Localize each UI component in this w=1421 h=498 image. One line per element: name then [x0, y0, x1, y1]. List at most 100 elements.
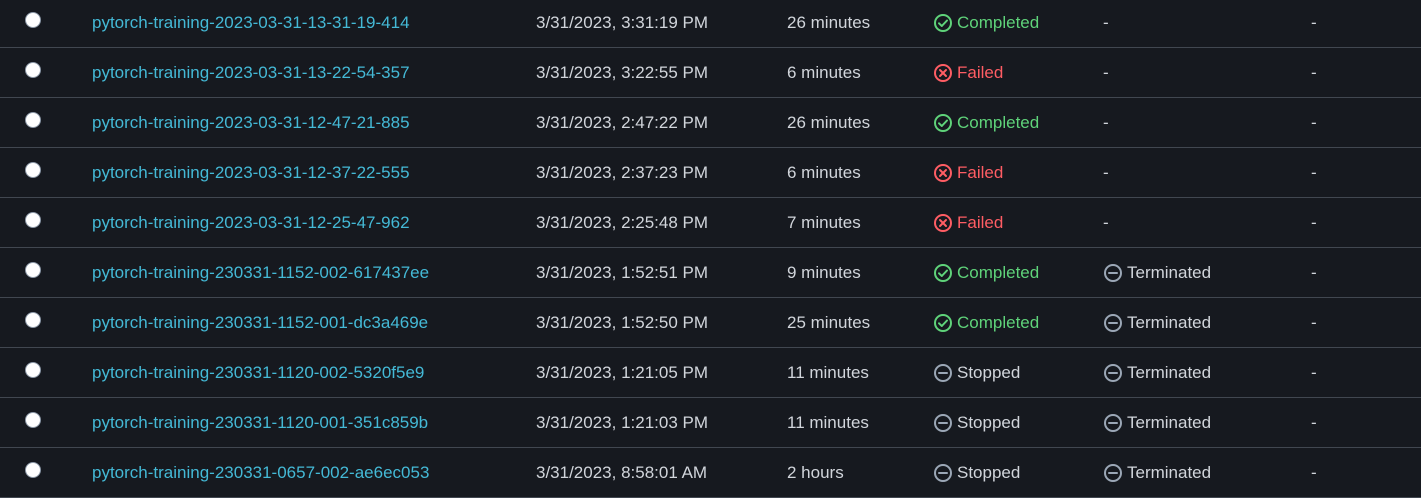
job-name-link[interactable]: pytorch-training-2023-03-31-13-22-54-357 [92, 49, 410, 97]
job-name-link[interactable]: pytorch-training-2023-03-31-13-31-19-414 [92, 0, 410, 47]
warm-pool-status: - [1103, 113, 1109, 132]
terminated-circle-icon [1103, 363, 1123, 383]
creation-time: 3/31/2023, 2:47:22 PM [536, 113, 709, 132]
row-select-radio[interactable] [25, 12, 41, 28]
table-row[interactable]: pytorch-training-230331-1152-001-dc3a469… [0, 299, 1421, 348]
job-name-link[interactable]: pytorch-training-230331-0657-002-ae6ec05… [92, 449, 429, 497]
table-row[interactable]: pytorch-training-2023-03-31-13-31-19-414… [0, 0, 1421, 48]
table-row[interactable]: pytorch-training-2023-03-31-12-47-21-885… [0, 99, 1421, 148]
error-circle-icon [933, 163, 953, 183]
stopped-circle-icon [933, 363, 953, 383]
terminated-circle-icon [1103, 313, 1123, 333]
warm-pool-status: Terminated [1103, 449, 1211, 497]
creation-time: 3/31/2023, 1:52:51 PM [536, 263, 709, 282]
job-name-link[interactable]: pytorch-training-230331-1152-002-617437e… [92, 249, 429, 297]
job-status-label: Stopped [957, 463, 1021, 482]
table-row[interactable]: pytorch-training-2023-03-31-12-25-47-962… [0, 199, 1421, 248]
row-select-radio[interactable] [25, 412, 41, 428]
job-status: Failed [933, 149, 1003, 197]
warm-pool-status-label: Terminated [1127, 463, 1212, 482]
warm-pool-status: Terminated [1103, 249, 1211, 297]
job-name-link[interactable]: pytorch-training-2023-03-31-12-47-21-885 [92, 99, 410, 147]
warm-pool-status-label: Terminated [1127, 363, 1212, 382]
check-circle-icon [933, 13, 953, 33]
creation-time: 3/31/2023, 1:21:05 PM [536, 363, 709, 382]
last-column-value: - [1311, 163, 1317, 182]
warm-pool-status: Terminated [1103, 349, 1211, 397]
creation-time: 3/31/2023, 1:21:03 PM [536, 413, 709, 432]
row-select-radio[interactable] [25, 162, 41, 178]
job-status: Completed [933, 99, 1039, 147]
last-column-value: - [1311, 63, 1317, 82]
terminated-circle-icon [1103, 413, 1123, 433]
warm-pool-status-label: Terminated [1127, 313, 1212, 332]
check-circle-icon [933, 263, 953, 283]
table-row[interactable]: pytorch-training-230331-1120-002-5320f5e… [0, 349, 1421, 398]
stopped-circle-icon [933, 463, 953, 483]
duration: 6 minutes [787, 63, 861, 82]
last-column-value: - [1311, 113, 1317, 132]
job-status: Stopped [933, 349, 1020, 397]
check-circle-icon [933, 313, 953, 333]
table-row[interactable]: pytorch-training-230331-1152-002-617437e… [0, 249, 1421, 298]
job-status-label: Stopped [957, 413, 1021, 432]
row-select-radio[interactable] [25, 312, 41, 328]
warm-pool-status: Terminated [1103, 299, 1211, 347]
creation-time: 3/31/2023, 1:52:50 PM [536, 313, 709, 332]
warm-pool-status: - [1103, 13, 1109, 32]
job-status: Completed [933, 299, 1039, 347]
duration: 6 minutes [787, 163, 861, 182]
duration: 26 minutes [787, 13, 871, 32]
job-status-label: Failed [957, 63, 1004, 82]
last-column-value: - [1311, 13, 1317, 32]
job-name-link[interactable]: pytorch-training-230331-1152-001-dc3a469… [92, 299, 428, 347]
creation-time: 3/31/2023, 3:22:55 PM [536, 63, 709, 82]
duration: 9 minutes [787, 263, 861, 282]
job-status-label: Completed [957, 263, 1040, 282]
last-column-value: - [1311, 213, 1317, 232]
training-jobs-table: pytorch-training-2023-03-31-13-31-19-414… [0, 0, 1421, 498]
last-column-value: - [1311, 263, 1317, 282]
row-select-radio[interactable] [25, 462, 41, 478]
stopped-circle-icon [933, 413, 953, 433]
row-select-radio[interactable] [25, 262, 41, 278]
check-circle-icon [933, 113, 953, 133]
terminated-circle-icon [1103, 463, 1123, 483]
row-select-radio[interactable] [25, 62, 41, 78]
warm-pool-status-label: Terminated [1127, 413, 1212, 432]
table-row[interactable]: pytorch-training-230331-0657-002-ae6ec05… [0, 449, 1421, 498]
duration: 25 minutes [787, 313, 871, 332]
row-select-radio[interactable] [25, 362, 41, 378]
duration: 2 hours [787, 463, 844, 482]
job-status: Completed [933, 249, 1039, 297]
last-column-value: - [1311, 313, 1317, 332]
job-name-link[interactable]: pytorch-training-230331-1120-002-5320f5e… [92, 349, 424, 397]
last-column-value: - [1311, 363, 1317, 382]
table-row[interactable]: pytorch-training-2023-03-31-13-22-54-357… [0, 49, 1421, 98]
terminated-circle-icon [1103, 263, 1123, 283]
job-status: Failed [933, 49, 1003, 97]
error-circle-icon [933, 213, 953, 233]
table-row[interactable]: pytorch-training-2023-03-31-12-37-22-555… [0, 149, 1421, 198]
creation-time: 3/31/2023, 3:31:19 PM [536, 13, 709, 32]
job-status-label: Completed [957, 313, 1040, 332]
row-select-radio[interactable] [25, 112, 41, 128]
warm-pool-status: - [1103, 163, 1109, 182]
row-select-radio[interactable] [25, 212, 41, 228]
duration: 26 minutes [787, 113, 871, 132]
job-status: Completed [933, 0, 1039, 47]
error-circle-icon [933, 63, 953, 83]
last-column-value: - [1311, 463, 1317, 482]
warm-pool-status: - [1103, 213, 1109, 232]
duration: 11 minutes [787, 413, 869, 432]
job-name-link[interactable]: pytorch-training-2023-03-31-12-37-22-555 [92, 149, 410, 197]
job-status: Failed [933, 199, 1003, 247]
warm-pool-status: - [1103, 63, 1109, 82]
job-status-label: Completed [957, 13, 1040, 32]
job-status: Stopped [933, 449, 1020, 497]
job-name-link[interactable]: pytorch-training-2023-03-31-12-25-47-962 [92, 199, 410, 247]
job-name-link[interactable]: pytorch-training-230331-1120-001-351c859… [92, 399, 428, 447]
job-status-label: Failed [957, 213, 1004, 232]
duration: 11 minutes [787, 363, 869, 382]
table-row[interactable]: pytorch-training-230331-1120-001-351c859… [0, 399, 1421, 448]
